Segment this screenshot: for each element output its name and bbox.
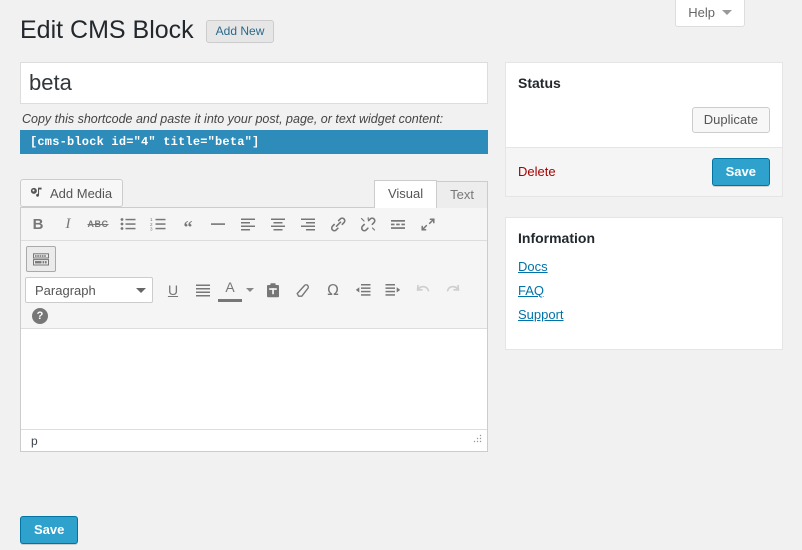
align-justify-icon[interactable] bbox=[188, 277, 218, 303]
align-left-icon[interactable] bbox=[233, 211, 263, 237]
blockquote-icon[interactable]: “ bbox=[173, 211, 203, 237]
editor-toolbar-row-1: B I ABC 1 2 3 “ bbox=[21, 208, 487, 241]
text-color-dropdown[interactable] bbox=[242, 277, 258, 303]
information-metabox-title: Information bbox=[518, 229, 595, 246]
chevron-down-icon bbox=[722, 10, 732, 15]
tab-text[interactable]: Text bbox=[436, 181, 488, 208]
editor-tabs: Visual Text bbox=[373, 179, 488, 208]
bottom-actions: Save bbox=[20, 516, 79, 544]
status-metabox-title: Status bbox=[518, 75, 561, 91]
editor-statusbar: p bbox=[21, 429, 487, 451]
italic-icon[interactable]: I bbox=[53, 211, 83, 237]
paste-as-text-icon[interactable] bbox=[258, 277, 288, 303]
unlink-icon[interactable] bbox=[353, 211, 383, 237]
help-tab[interactable]: Help bbox=[675, 0, 745, 27]
docs-link[interactable]: Docs bbox=[518, 259, 770, 274]
support-link[interactable]: Support bbox=[518, 307, 770, 322]
strikethrough-icon[interactable]: ABC bbox=[83, 211, 113, 237]
editor-media-row: Add Media Visual Text bbox=[20, 178, 488, 208]
save-button-bottom[interactable]: Save bbox=[20, 516, 79, 544]
editor-wrapper: Add Media Visual Text B I ABC 1 2 3 “ Pa… bbox=[20, 178, 488, 452]
kitchen-sink-icon[interactable] bbox=[26, 246, 56, 272]
link-icon[interactable] bbox=[323, 211, 353, 237]
page-title: Edit CMS Block bbox=[20, 16, 194, 44]
faq-link[interactable]: FAQ bbox=[518, 283, 770, 298]
read-more-icon[interactable] bbox=[383, 211, 413, 237]
indent-icon[interactable] bbox=[378, 277, 408, 303]
shortcode-display[interactable]: [cms-block id="4" title="beta"] bbox=[20, 130, 488, 154]
outdent-icon[interactable] bbox=[348, 277, 378, 303]
editor-element-path: p bbox=[31, 433, 38, 448]
text-color-icon[interactable]: A bbox=[218, 277, 258, 303]
add-media-button[interactable]: Add Media bbox=[20, 179, 124, 207]
text-color-letter: A bbox=[218, 276, 242, 302]
delete-link[interactable]: Delete bbox=[518, 164, 556, 179]
fullscreen-icon[interactable] bbox=[413, 211, 443, 237]
status-minor-actions: Duplicate bbox=[506, 105, 782, 147]
help-tab-label: Help bbox=[688, 5, 715, 20]
horizontal-rule-icon[interactable] bbox=[203, 211, 233, 237]
tab-visual[interactable]: Visual bbox=[373, 180, 438, 208]
bullet-list-icon[interactable] bbox=[113, 211, 143, 237]
information-links: Docs FAQ Support bbox=[506, 259, 782, 349]
undo-icon[interactable] bbox=[408, 277, 438, 303]
shortcode-hint: Copy this shortcode and paste it into yo… bbox=[22, 112, 444, 126]
status-metabox: Status Duplicate Delete Save bbox=[505, 62, 783, 197]
editor-content-area[interactable] bbox=[21, 329, 487, 429]
clear-formatting-icon[interactable] bbox=[288, 277, 318, 303]
add-media-label: Add Media bbox=[50, 185, 113, 201]
title-input[interactable] bbox=[20, 62, 488, 104]
side-column: Status Duplicate Delete Save Information… bbox=[505, 62, 783, 370]
information-metabox: Information Docs FAQ Support bbox=[505, 216, 783, 351]
underline-icon[interactable]: U bbox=[158, 277, 188, 303]
format-select[interactable]: Paragraph bbox=[25, 277, 153, 303]
page-heading: Edit CMS Block Add New bbox=[20, 14, 275, 47]
media-icon bbox=[29, 186, 44, 201]
add-new-button[interactable]: Add New bbox=[205, 20, 275, 43]
editor-container: B I ABC 1 2 3 “ Paragraph U A Ω ? p bbox=[20, 207, 488, 452]
status-major-actions: Delete Save bbox=[506, 146, 782, 196]
svg-text:3: 3 bbox=[150, 226, 153, 231]
special-character-icon[interactable]: Ω bbox=[318, 277, 348, 303]
editor-toolbar-row-2: Paragraph U A Ω ? bbox=[21, 241, 487, 329]
editor-resize-handle[interactable] bbox=[471, 433, 483, 448]
bold-icon[interactable]: B bbox=[23, 211, 53, 237]
redo-icon[interactable] bbox=[438, 277, 468, 303]
format-select-value: Paragraph bbox=[35, 282, 96, 298]
chevron-down-icon bbox=[136, 287, 146, 293]
duplicate-button[interactable]: Duplicate bbox=[691, 106, 770, 133]
admin-page: Help Edit CMS Block Add New Copy this sh… bbox=[0, 0, 802, 550]
main-column: Copy this shortcode and paste it into yo… bbox=[20, 62, 488, 452]
align-right-icon[interactable] bbox=[293, 211, 323, 237]
save-button-sidebar[interactable]: Save bbox=[711, 157, 770, 186]
numbered-list-icon[interactable]: 1 2 3 bbox=[143, 211, 173, 237]
keyboard-shortcuts-icon[interactable]: ? bbox=[32, 308, 48, 324]
align-center-icon[interactable] bbox=[263, 211, 293, 237]
